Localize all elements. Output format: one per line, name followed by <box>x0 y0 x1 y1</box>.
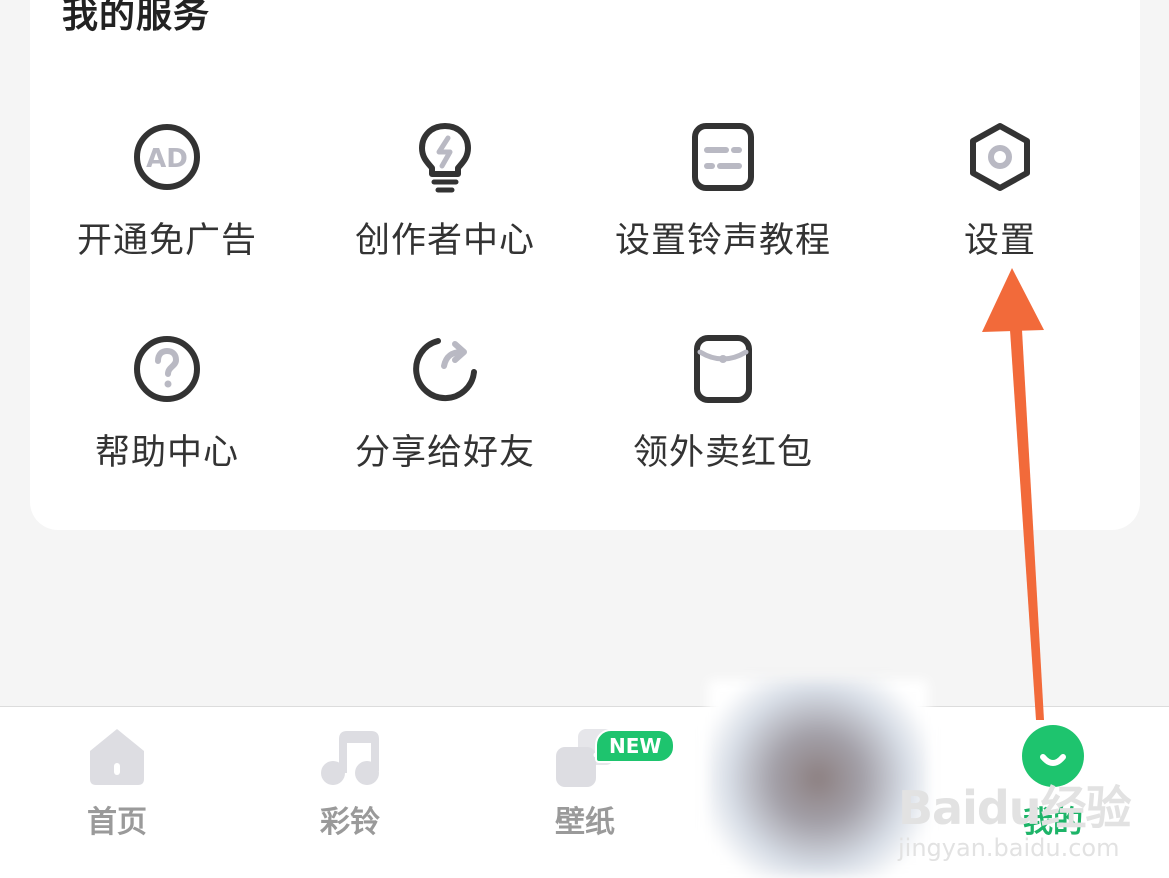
watermark-sub: jingyan.baidu.com <box>898 834 1120 862</box>
service-share-friends[interactable]: 分享给好友 <box>320 332 570 475</box>
service-remove-ads[interactable]: AD 开通免广告 <box>42 120 292 263</box>
share-icon <box>413 338 477 402</box>
tab-home[interactable]: 首页 <box>37 723 197 841</box>
service-label: 帮助中心 <box>94 433 239 473</box>
tab-label: 首页 <box>87 805 147 840</box>
service-red-packet[interactable]: 领外卖红包 <box>598 332 848 475</box>
service-label: 分享给好友 <box>354 433 535 473</box>
section-title: 我的服务 <box>62 0 211 36</box>
tab-wallpaper[interactable]: NEW 壁纸 <box>505 723 676 841</box>
tab-ringtone[interactable]: 彩铃 <box>270 723 430 841</box>
service-label: 开通免广告 <box>76 221 257 261</box>
lightbulb-icon <box>419 123 471 193</box>
music-note-icon <box>321 731 379 785</box>
tab-label: 壁纸 <box>555 805 615 840</box>
service-label: 设置铃声教程 <box>614 221 831 261</box>
blurred-avatar <box>708 680 928 877</box>
new-badge: NEW <box>595 729 676 763</box>
tab-label: 彩铃 <box>320 805 380 840</box>
help-question-icon <box>134 336 200 402</box>
service-creator-center[interactable]: 创作者中心 <box>320 120 570 263</box>
service-label: 设置 <box>963 221 1036 261</box>
baidu-jingyan-watermark: Baidu经验 jingyan.baidu.com <box>898 772 1132 862</box>
home-icon <box>90 729 144 785</box>
service-label: 领外卖红包 <box>632 433 813 473</box>
ringtone-tutorial-icon <box>692 123 754 191</box>
service-label: 创作者中心 <box>354 221 535 261</box>
red-packet-icon <box>694 335 752 403</box>
service-settings[interactable]: 设置 <box>875 120 1125 263</box>
ad-icon: AD <box>134 124 200 190</box>
svg-text:AD: AD <box>146 144 188 174</box>
settings-hexagon-icon <box>970 123 1030 191</box>
service-ringtone-tutorial[interactable]: 设置铃声教程 <box>598 120 848 263</box>
watermark-main: Baidu经验 <box>898 781 1132 835</box>
service-help-center[interactable]: 帮助中心 <box>42 332 292 475</box>
